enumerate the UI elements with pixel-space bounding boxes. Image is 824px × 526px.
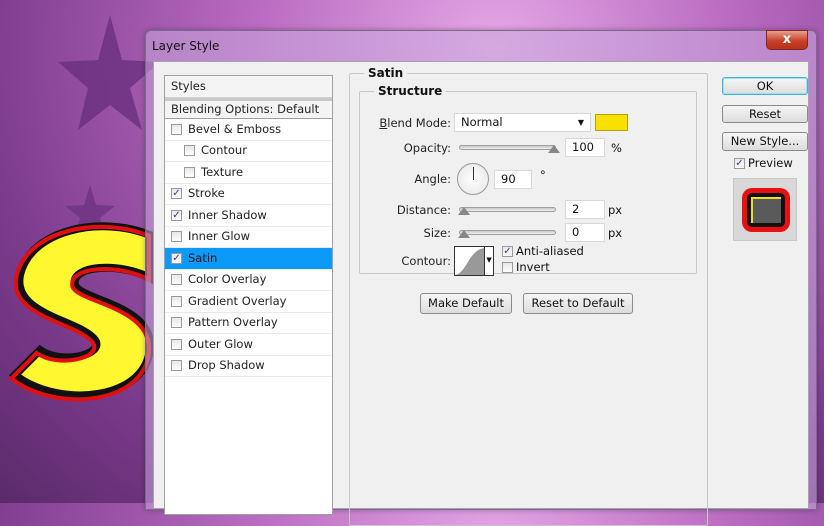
checkbox-icon[interactable] xyxy=(171,274,182,286)
checkbox-icon[interactable] xyxy=(184,145,195,157)
opacity-slider-thumb[interactable] xyxy=(548,145,560,153)
style-item-label: Color Overlay xyxy=(188,272,267,287)
size-unit: px xyxy=(608,225,623,240)
checkbox-icon[interactable]: ✓ xyxy=(171,252,182,264)
preview-label: Preview xyxy=(748,156,793,170)
blending-options[interactable]: Blending Options: Default xyxy=(165,97,332,119)
satin-title: Satin xyxy=(368,66,404,80)
distance-slider-thumb[interactable] xyxy=(458,207,470,215)
contour-label: Contour: xyxy=(401,254,451,268)
distance-slider[interactable] xyxy=(458,207,556,215)
blend-mode-value: Normal xyxy=(461,115,503,129)
invert-label: Invert xyxy=(516,260,550,274)
distance-label: Distance: xyxy=(396,202,451,217)
style-item-inner-shadow[interactable]: ✓ Inner Shadow xyxy=(165,205,332,227)
style-item-label: Gradient Overlay xyxy=(188,293,287,308)
style-item-inner-glow[interactable]: Inner Glow xyxy=(165,227,332,248)
style-item-color-overlay[interactable]: Color Overlay xyxy=(165,270,332,291)
size-slider-thumb[interactable] xyxy=(458,230,470,238)
distance-input[interactable]: 2 xyxy=(565,200,605,219)
size-slider[interactable] xyxy=(458,230,556,238)
checkbox-icon[interactable] xyxy=(184,166,195,178)
opacity-input[interactable]: 100 xyxy=(565,138,605,157)
layer-style-dialog: Layer Style x Styles Blending Options: D… xyxy=(145,30,817,526)
style-item-drop-shadow[interactable]: Drop Shadow xyxy=(165,356,332,377)
opacity-label: Opacity: xyxy=(403,140,451,155)
checkbox-icon[interactable] xyxy=(171,123,182,135)
checkbox-icon[interactable]: ✓ xyxy=(171,209,182,221)
angle-label: Angle: xyxy=(414,172,451,186)
checkbox-icon[interactable] xyxy=(171,338,182,350)
anti-aliased-checkbox[interactable]: ✓ Anti-aliased xyxy=(502,243,584,259)
size-label: Size: xyxy=(423,225,451,240)
style-item-label: Outer Glow xyxy=(188,336,253,351)
styles-header[interactable]: Styles xyxy=(165,76,332,98)
angle-input[interactable]: 90 xyxy=(494,169,532,189)
opacity-slider[interactable] xyxy=(459,145,560,153)
structure-title: Structure xyxy=(378,84,443,98)
style-item-label: Inner Glow xyxy=(188,229,250,244)
blend-mode-label: Blend Mode: xyxy=(379,115,451,130)
dropdown-arrow-icon: ▼ xyxy=(577,118,584,127)
style-item-label: Stroke xyxy=(188,186,225,201)
checkbox-icon[interactable]: ✓ xyxy=(171,188,182,200)
checkbox-icon[interactable] xyxy=(502,261,513,273)
reset-to-default-button[interactable]: Reset to Default xyxy=(523,293,633,314)
style-item-label: Satin xyxy=(188,250,218,265)
style-item-bevel-emboss[interactable]: Bevel & Emboss xyxy=(165,119,332,141)
make-default-button[interactable]: Make Default xyxy=(420,293,512,314)
ok-button[interactable]: OK xyxy=(722,77,808,95)
style-item-stroke[interactable]: ✓ Stroke xyxy=(165,184,332,205)
checkbox-icon[interactable] xyxy=(171,295,182,307)
blend-mode-label-text: lend Mode: xyxy=(387,115,451,130)
checkbox-icon[interactable] xyxy=(171,360,182,372)
style-item-label: Bevel & Emboss xyxy=(188,121,282,136)
style-item-label: Inner Shadow xyxy=(188,207,267,222)
contour-curve-icon xyxy=(455,248,485,275)
dialog-title: Layer Style xyxy=(152,39,220,53)
dialog-body: Styles Blending Options: Default Bevel &… xyxy=(153,61,809,526)
size-input[interactable]: 0 xyxy=(565,223,605,242)
style-item-label: Contour xyxy=(201,143,247,158)
checkbox-icon[interactable]: ✓ xyxy=(734,157,745,169)
preview-thumbnail xyxy=(733,178,797,241)
satin-color-swatch[interactable] xyxy=(595,114,628,131)
opacity-unit: % xyxy=(611,140,622,155)
style-item-texture[interactable]: Texture xyxy=(165,162,332,184)
style-item-satin[interactable]: ✓ Satin xyxy=(165,248,332,270)
style-item-outer-glow[interactable]: Outer Glow xyxy=(165,334,332,356)
style-item-label: Texture xyxy=(201,164,244,179)
angle-unit: ° xyxy=(540,168,546,182)
angle-dial[interactable] xyxy=(457,163,489,195)
checkbox-icon[interactable]: ✓ xyxy=(502,245,513,257)
new-style-button[interactable]: New Style... xyxy=(722,132,808,151)
blend-mode-select[interactable]: Normal ▼ xyxy=(454,113,591,132)
contour-picker[interactable]: ▼ xyxy=(454,246,494,276)
styles-list: Styles Blending Options: Default Bevel &… xyxy=(164,75,333,515)
anti-aliased-label: Anti-aliased xyxy=(516,244,584,258)
reset-button[interactable]: Reset xyxy=(722,105,808,123)
style-item-pattern-overlay[interactable]: Pattern Overlay xyxy=(165,313,332,334)
style-item-contour[interactable]: Contour xyxy=(165,141,332,162)
checkbox-icon[interactable] xyxy=(171,231,182,243)
dropdown-arrow-icon: ▼ xyxy=(484,247,493,275)
preview-checkbox[interactable]: ✓ Preview xyxy=(734,156,793,170)
distance-unit: px xyxy=(608,202,623,217)
checkbox-icon[interactable] xyxy=(171,317,182,329)
style-item-label: Drop Shadow xyxy=(188,358,265,373)
invert-checkbox[interactable]: Invert xyxy=(502,259,584,275)
style-item-gradient-overlay[interactable]: Gradient Overlay xyxy=(165,291,332,313)
style-item-label: Pattern Overlay xyxy=(188,315,278,330)
close-button[interactable]: x xyxy=(766,30,808,50)
